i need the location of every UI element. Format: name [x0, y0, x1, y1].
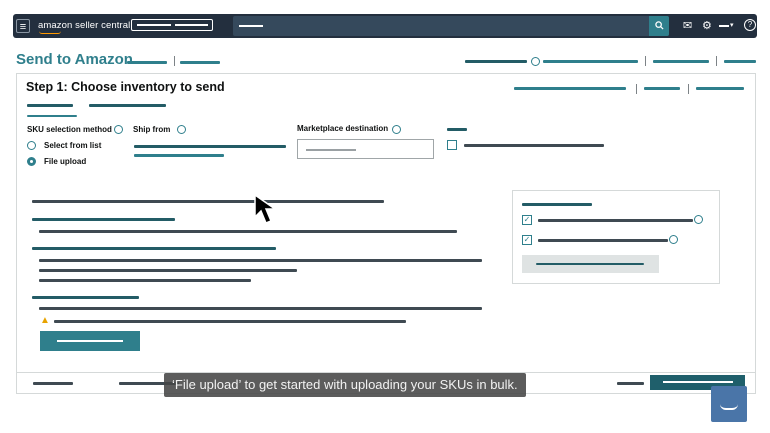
video-caption: ‘File upload’ to get started with upload…	[164, 373, 526, 397]
chevron-down-icon[interactable]: ▾	[730, 18, 734, 34]
title-link-placeholder[interactable]	[127, 61, 167, 64]
option-heading-placeholder	[447, 128, 467, 131]
page-title: Send to Amazon	[16, 51, 133, 68]
info-icon[interactable]	[669, 235, 678, 244]
option-checkbox-label-placeholder	[464, 144, 604, 147]
card-link-placeholder[interactable]	[514, 87, 626, 90]
card-link-placeholder[interactable]	[644, 87, 680, 90]
divider	[688, 84, 689, 94]
option-select-from-list-label[interactable]: Select from list	[44, 141, 101, 150]
amazon-logo-icon	[711, 386, 747, 422]
title-link-placeholder[interactable]	[180, 61, 220, 64]
sku-selection-method-label: SKU selection method	[27, 125, 112, 134]
language-selector[interactable]	[719, 25, 729, 27]
warning-text-placeholder	[54, 320, 406, 323]
active-tab-indicator	[27, 115, 77, 117]
marketplace-destination-label: Marketplace destination	[297, 124, 389, 133]
footer-text-placeholder	[617, 382, 644, 385]
info-icon[interactable]	[694, 215, 703, 224]
progress-step-marker	[531, 57, 540, 66]
options-panel-button[interactable]	[522, 255, 659, 273]
upload-file-button[interactable]	[40, 331, 140, 351]
search-input[interactable]	[233, 16, 669, 36]
instruction-text-placeholder	[39, 279, 251, 282]
instruction-text-placeholder	[39, 259, 482, 262]
section-heading-placeholder	[32, 218, 175, 221]
tab-placeholder[interactable]	[89, 104, 166, 107]
progress-step-line	[543, 60, 638, 63]
warning-icon: ▲	[40, 315, 50, 326]
option-label-placeholder	[538, 239, 668, 242]
divider	[636, 84, 637, 94]
step-title: Step 1: Choose inventory to send	[26, 80, 225, 94]
instruction-text-placeholder	[39, 307, 482, 310]
instruction-text-placeholder	[32, 200, 384, 203]
divider	[174, 56, 175, 66]
mouse-cursor-icon	[253, 193, 287, 232]
info-icon[interactable]	[177, 125, 186, 134]
marketplace-destination-select[interactable]	[297, 139, 434, 159]
marketplace-selector[interactable]	[131, 19, 213, 31]
mail-icon[interactable]: ✉	[683, 18, 692, 34]
divider	[716, 56, 717, 66]
option-checkbox[interactable]	[447, 140, 457, 150]
upload-file-button-label-placeholder	[57, 340, 123, 342]
help-icon[interactable]: ?	[744, 19, 756, 31]
options-panel-button-label-placeholder	[536, 263, 644, 265]
confirm-button-label-placeholder	[663, 381, 733, 383]
card-link-placeholder[interactable]	[696, 87, 744, 90]
search-button[interactable]	[649, 16, 669, 36]
info-icon[interactable]	[114, 125, 123, 134]
search-icon	[654, 21, 664, 30]
option-checkbox-checked[interactable]: ✓	[522, 215, 532, 225]
instruction-text-placeholder	[39, 230, 457, 233]
instruction-text-placeholder	[39, 269, 297, 272]
search-input-text-placeholder	[239, 25, 263, 27]
footer-text-placeholder	[33, 382, 73, 385]
options-panel: ✓ ✓	[512, 190, 720, 284]
section-heading-placeholder	[32, 247, 276, 250]
ship-from-change-link[interactable]	[134, 154, 224, 157]
step-card: Step 1: Choose inventory to send SKU sel…	[16, 73, 756, 376]
marketplace-destination-value-placeholder	[306, 149, 356, 151]
marketplace-selector-text-placeholder	[175, 24, 208, 26]
section-heading-placeholder	[32, 296, 139, 299]
header-link-placeholder[interactable]	[653, 60, 709, 63]
ship-from-label: Ship from	[133, 125, 171, 134]
info-icon[interactable]	[392, 125, 401, 134]
logo-smile-mark	[39, 31, 61, 34]
ship-from-address-placeholder	[134, 145, 286, 148]
radio-file-upload[interactable]	[27, 157, 36, 166]
hamburger-menu-icon[interactable]: ≡	[16, 19, 30, 33]
progress-step-line	[465, 60, 527, 63]
gear-icon[interactable]: ⚙	[702, 18, 712, 34]
top-navigation-bar: ≡ amazon seller central ✉ ⚙ ▾ ?	[13, 14, 757, 38]
header-link-placeholder[interactable]	[724, 60, 756, 63]
option-label-placeholder	[538, 219, 693, 222]
amazon-smile-mark	[720, 404, 738, 410]
option-file-upload-label[interactable]: File upload	[44, 157, 86, 166]
divider	[645, 56, 646, 66]
options-panel-heading-placeholder	[522, 203, 592, 206]
marketplace-selector-text-placeholder	[137, 24, 171, 26]
tab-placeholder-active[interactable]	[27, 104, 73, 107]
option-checkbox-checked[interactable]: ✓	[522, 235, 532, 245]
radio-select-from-list[interactable]	[27, 141, 36, 150]
